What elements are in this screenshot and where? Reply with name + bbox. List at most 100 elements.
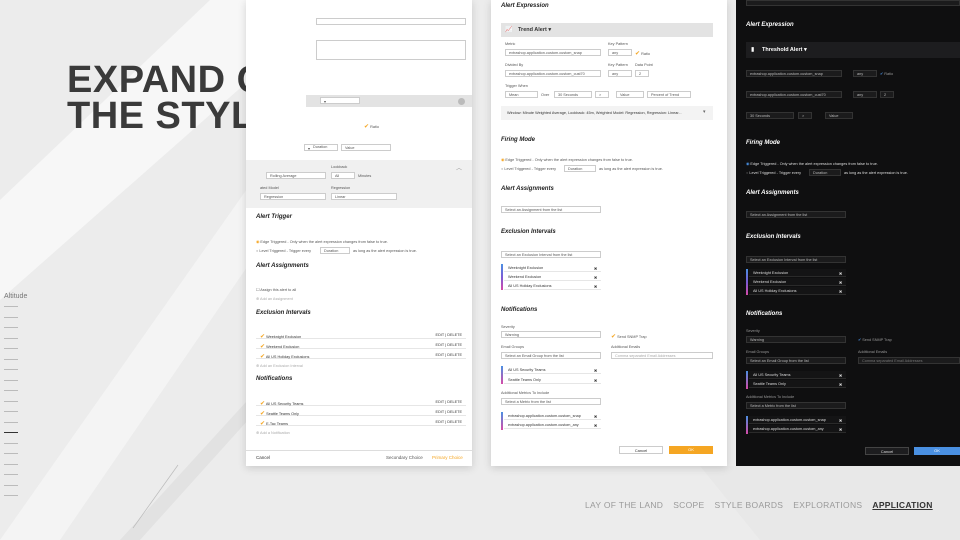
edit-delete-links[interactable]: EDIT | DELETE — [436, 400, 462, 404]
nav-application[interactable]: APPLICATION — [872, 500, 932, 510]
assign-all-checkbox[interactable]: ☐ Assign this alert to all — [256, 287, 296, 292]
alert-type-select[interactable]: Threshold Alert ▾ — [762, 47, 807, 53]
exclusion-select[interactable]: Select an Exclusion Interval from the li… — [746, 256, 846, 263]
alert-assignments-title: Alert Assignments — [256, 263, 309, 269]
level-triggered-radio[interactable]: ○ Level Triggered - Trigger every — [256, 249, 311, 253]
level-duration-select[interactable]: Duration — [809, 169, 841, 176]
window-select[interactable]: 30 Seconds — [746, 112, 794, 119]
additional-emails-input[interactable]: Comma separated Email Addresses — [858, 357, 960, 364]
edge-triggered-radio[interactable]: ◉ Edge Triggered - Only when the alert e… — [746, 161, 878, 166]
check-icon: ✔ — [260, 421, 266, 427]
primary-button[interactable]: Primary Choice — [432, 455, 463, 460]
delete-icon[interactable]: ✖ — [594, 423, 597, 428]
operator-select[interactable]: > — [798, 112, 812, 119]
edit-delete-links[interactable]: EDIT | DELETE — [436, 353, 462, 357]
edge-triggered-radio[interactable]: ◉ Edge Triggered - Only when the alert e… — [256, 239, 388, 244]
secondary-button[interactable]: Secondary Choice — [386, 455, 423, 460]
operator-select[interactable]: > — [595, 91, 609, 98]
delete-icon[interactable]: ✖ — [594, 378, 597, 383]
key-pattern-input[interactable]: any — [608, 49, 632, 56]
trend-select[interactable]: Percent of Trend — [647, 91, 691, 98]
delete-icon[interactable]: ✖ — [594, 414, 597, 419]
snmp-checkbox[interactable]: ✔ Send SNMP Trap — [858, 337, 892, 342]
regression-select[interactable]: Linear — [331, 193, 397, 200]
edit-delete-links[interactable]: EDIT | DELETE — [436, 410, 462, 414]
edit-delete-links[interactable]: EDIT | DELETE — [436, 343, 462, 347]
nav-lay-of-the-land[interactable]: LAY OF THE LAND — [585, 500, 663, 510]
check-icon: ✔ — [364, 124, 370, 130]
window-select[interactable]: 30 Seconds — [554, 91, 592, 98]
additional-emails-input[interactable]: Comma separated Email Addresses — [611, 352, 713, 359]
metric-list-select[interactable]: Select a Metric from the list — [746, 402, 846, 409]
value-input[interactable]: Value — [825, 112, 853, 119]
exclusion-row: All US Holiday Exclusions ✖ — [749, 287, 846, 295]
cancel-button[interactable]: Cancel — [619, 446, 663, 454]
divided-by-select[interactable]: extrashop.application.custom.custom_cust… — [746, 91, 842, 98]
level-duration-select[interactable]: Duration — [320, 247, 350, 254]
add-notification-link[interactable]: ⊕ Add a Notification — [256, 430, 290, 435]
edit-delete-links[interactable]: EDIT | DELETE — [436, 333, 462, 337]
duration-select[interactable]: Duration — [310, 144, 338, 151]
delete-icon[interactable]: ✖ — [594, 368, 597, 373]
lookback-select[interactable]: All — [331, 172, 355, 179]
add-assignment-link[interactable]: ⊕ Add an Assignment — [256, 296, 293, 301]
rolling-average-select[interactable]: Rolling Average — [266, 172, 326, 179]
nav-explorations[interactable]: EXPLORATIONS — [793, 500, 862, 510]
cancel-button[interactable]: Cancel — [865, 447, 909, 455]
top-input[interactable] — [316, 18, 466, 25]
delete-icon[interactable]: ✖ — [839, 427, 842, 432]
metric-select[interactable]: extrashop.application.custom.custom_snap — [746, 70, 842, 77]
cancel-button[interactable]: Cancel — [256, 455, 270, 460]
data-point-stepper[interactable]: 2 — [880, 91, 894, 98]
delete-icon[interactable]: ✖ — [839, 271, 842, 276]
metric-select[interactable]: extrashop.application.custom.custom_snap — [505, 49, 601, 56]
level-triggered-radio[interactable]: ○ Level Triggered - Trigger every — [501, 167, 556, 171]
nav-scope[interactable]: SCOPE — [673, 500, 704, 510]
mean-select[interactable]: Mean — [505, 91, 538, 98]
ratio-checkbox[interactable]: ✔ Ratio — [635, 50, 650, 57]
key-pattern-input[interactable]: any — [608, 70, 632, 77]
delete-icon[interactable]: ✖ — [594, 266, 597, 271]
alert-type-select[interactable]: Trend Alert ▾ — [518, 27, 551, 33]
delete-icon[interactable]: ✖ — [594, 275, 597, 280]
key-pattern-input[interactable]: any — [853, 70, 877, 77]
ok-button[interactable]: OK — [914, 447, 960, 455]
data-point-stepper[interactable]: 2 — [635, 70, 649, 77]
assignment-select[interactable]: Select an Assignment from the list — [501, 206, 601, 213]
level-duration-select[interactable]: Duration — [564, 165, 596, 172]
color-bar — [501, 264, 503, 290]
expand-chevron-icon[interactable]: ▾ — [703, 109, 706, 115]
metric-list-select[interactable]: Select a Metric from the list — [501, 398, 601, 405]
ok-button[interactable]: OK — [669, 446, 713, 454]
ratio-check[interactable]: ✔ Ratio — [364, 123, 379, 130]
delete-icon[interactable]: ✖ — [839, 280, 842, 285]
email-group-select[interactable]: Select an Email Group from the list — [746, 357, 846, 364]
delete-icon[interactable]: ✖ — [839, 382, 842, 387]
delete-icon[interactable]: ✖ — [839, 373, 842, 378]
exclusion-select[interactable]: Select an Exclusion Interval from the li… — [501, 251, 601, 258]
edit-delete-links[interactable]: EDIT | DELETE — [436, 420, 462, 424]
delete-icon[interactable]: ✖ — [839, 418, 842, 423]
severity-select[interactable]: Warning — [501, 331, 601, 338]
model-select[interactable]: Regression — [260, 193, 326, 200]
severity-select[interactable]: Warning — [746, 336, 846, 343]
description-textarea[interactable] — [316, 40, 466, 60]
add-exclusion-link[interactable]: ⊕ Add an Exclusion Interval — [256, 363, 303, 368]
nav-style-boards[interactable]: STYLE BOARDS — [714, 500, 783, 510]
email-group-select[interactable]: Select an Email Group from the list — [501, 352, 601, 359]
edge-triggered-radio[interactable]: ◉ Edge Triggered - Only when the alert e… — [501, 157, 633, 162]
value-input[interactable]: Value — [341, 144, 391, 151]
delete-icon[interactable]: ✖ — [594, 284, 597, 289]
snmp-checkbox[interactable]: ✔ Send SNMP Trap — [611, 333, 647, 340]
lorem-text — [501, 145, 717, 151]
metric-select[interactable]: ▾ — [320, 97, 360, 104]
ratio-checkbox[interactable]: ✔ Ratio — [880, 71, 893, 76]
collapse-chevron-icon[interactable]: ︿ — [456, 163, 462, 172]
value-input[interactable]: Value — [616, 91, 644, 98]
key-pattern-input[interactable]: any — [853, 91, 877, 98]
top-input[interactable] — [746, 0, 960, 6]
divided-by-select[interactable]: extrashop.application.custom.custom_cust… — [505, 70, 601, 77]
assignment-select[interactable]: Select an Assignment from the list — [746, 211, 846, 218]
delete-icon[interactable]: ✖ — [839, 289, 842, 294]
level-triggered-radio[interactable]: ○ Level Triggered - Trigger every — [746, 171, 801, 175]
